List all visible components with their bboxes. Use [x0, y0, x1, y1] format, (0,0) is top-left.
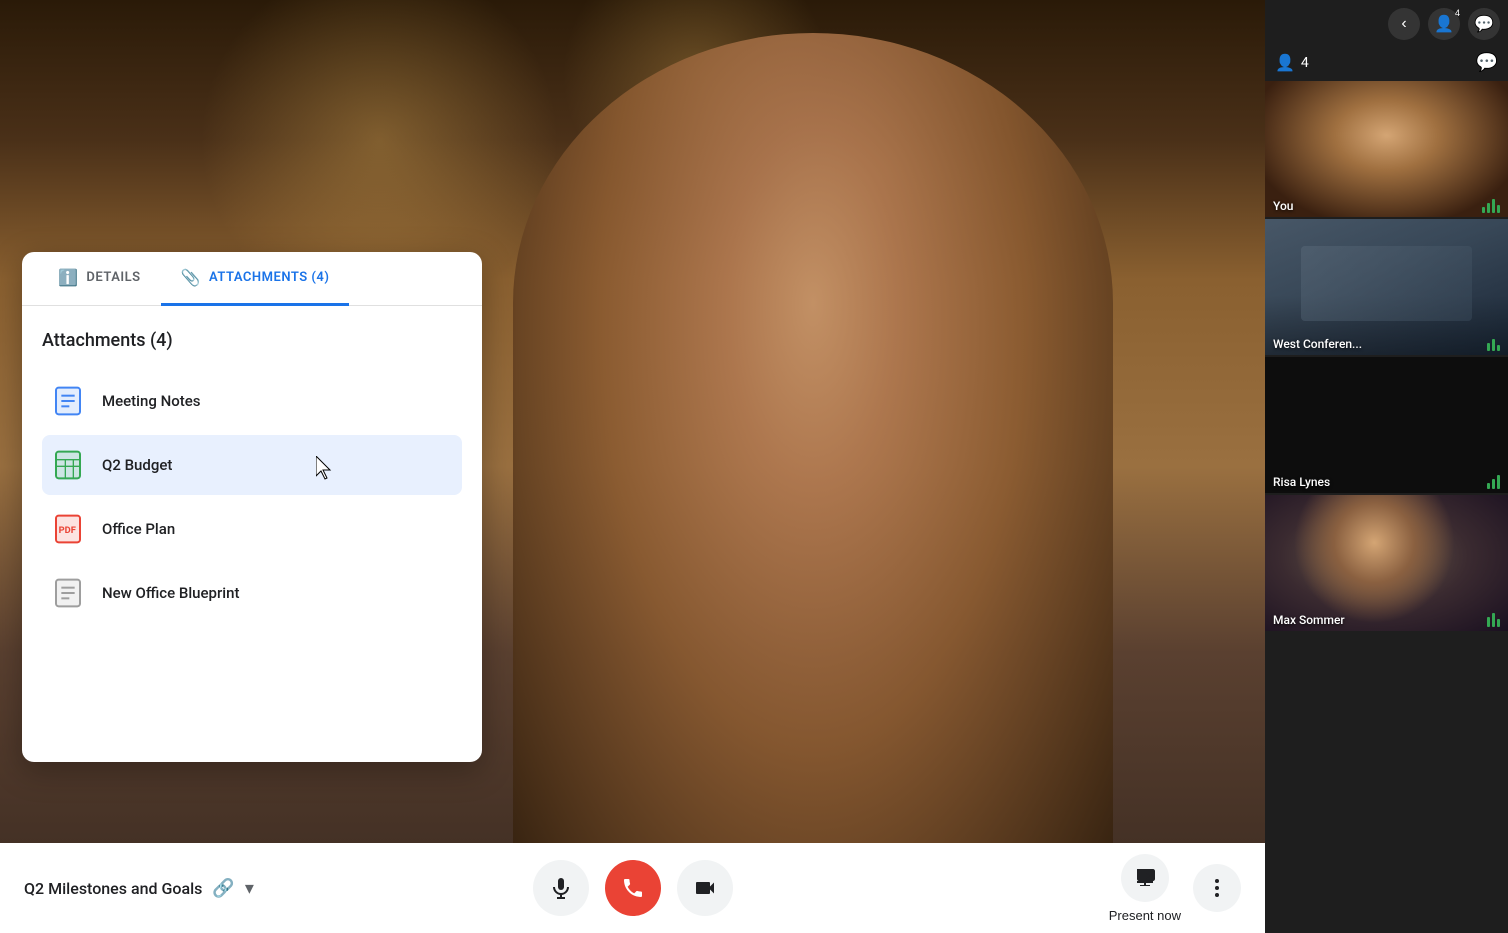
- link-icon: 🔗: [212, 878, 234, 899]
- mic-icon: [549, 876, 573, 900]
- tab-details[interactable]: ℹ️ Details: [38, 252, 161, 306]
- tile-max-label: Max Sommer: [1273, 613, 1345, 627]
- chat-icon-header: 💬: [1476, 52, 1498, 73]
- present-now-label: Present now: [1109, 908, 1181, 923]
- side-panel-header: ‹ 👤 4 💬: [1265, 0, 1508, 48]
- attachment-office-plan[interactable]: PDF Office Plan: [42, 499, 462, 559]
- participant-count-badge: 4: [1455, 8, 1460, 18]
- person-in-video: [513, 33, 1113, 933]
- bottom-right-controls: Present now: [1109, 854, 1241, 923]
- attachments-panel: ℹ️ Details 📎 Attachments (4) Attachments…: [22, 252, 482, 762]
- attachment-icon: 📎: [181, 268, 201, 287]
- end-call-button[interactable]: [605, 860, 661, 916]
- meeting-title-area: Q2 Milestones and Goals 🔗 ▾: [24, 878, 254, 899]
- info-icon: ℹ️: [58, 268, 78, 287]
- people-icon-header: 👤: [1275, 53, 1295, 72]
- panel-content: Attachments (4) Meeting Notes: [22, 306, 482, 647]
- camera-button[interactable]: [677, 860, 733, 916]
- doc-icon: [50, 383, 86, 419]
- panel-tab-bar: ℹ️ Details 📎 Attachments (4): [22, 252, 482, 306]
- svg-text:PDF: PDF: [59, 525, 76, 536]
- chat-icon: 💬: [1474, 14, 1494, 34]
- meeting-notes-label: Meeting Notes: [102, 392, 201, 410]
- chat-tab-button[interactable]: 💬: [1468, 8, 1500, 40]
- people-icon: 👤: [1434, 14, 1454, 34]
- participant-tiles: You West Conferen...: [1265, 81, 1508, 933]
- participant-tile-max[interactable]: Max Sommer: [1265, 495, 1508, 631]
- side-panel: ‹ 👤 4 💬 👤 4 💬 You: [1265, 0, 1508, 933]
- call-controls: [533, 860, 733, 916]
- bottom-bar: Q2 Milestones and Goals 🔗 ▾: [0, 843, 1265, 933]
- q2-budget-label: Q2 Budget: [102, 456, 172, 474]
- blueprint-icon: [50, 575, 86, 611]
- participant-tile-west[interactable]: West Conferen...: [1265, 219, 1508, 355]
- attachment-meeting-notes[interactable]: Meeting Notes: [42, 371, 462, 431]
- new-office-blueprint-label: New Office Blueprint: [102, 584, 239, 602]
- microphone-button[interactable]: [533, 860, 589, 916]
- tile-max-face: [1265, 495, 1508, 631]
- tab-attachments[interactable]: 📎 Attachments (4): [161, 252, 350, 306]
- tile-you-label: You: [1273, 199, 1293, 213]
- tile-risa-label: Risa Lynes: [1273, 475, 1330, 489]
- meeting-title: Q2 Milestones and Goals: [24, 879, 202, 898]
- collapse-panel-button[interactable]: ‹: [1388, 8, 1420, 40]
- tab-details-label: Details: [86, 270, 140, 285]
- tile-risa-video: [1265, 357, 1508, 493]
- participant-tile-risa[interactable]: Risa Lynes: [1265, 357, 1508, 493]
- camera-icon: [693, 876, 717, 900]
- tile-west-label: West Conferen...: [1273, 337, 1362, 351]
- tile-west-video: [1265, 219, 1508, 355]
- tile-west-audio: [1487, 339, 1500, 351]
- more-options-button[interactable]: [1193, 864, 1241, 912]
- tile-you-audio: [1482, 199, 1500, 213]
- tab-attachments-label: Attachments (4): [209, 270, 329, 285]
- people-tab-button[interactable]: 👤 4: [1428, 8, 1460, 40]
- attachments-title: Attachments (4): [42, 330, 462, 351]
- office-plan-label: Office Plan: [102, 520, 175, 538]
- people-count-label: 4: [1301, 55, 1309, 71]
- present-now-icon-container: [1121, 854, 1169, 902]
- participant-tile-you[interactable]: You: [1265, 81, 1508, 217]
- attachment-list: Meeting Notes Q2 Budget: [42, 371, 462, 623]
- tile-risa-audio: [1487, 475, 1500, 489]
- attachment-q2-budget[interactable]: Q2 Budget: [42, 435, 462, 495]
- present-now-button[interactable]: Present now: [1109, 854, 1181, 923]
- more-dots-icon: [1205, 876, 1229, 900]
- pdf-icon: PDF: [50, 511, 86, 547]
- attachment-new-office-blueprint[interactable]: New Office Blueprint: [42, 563, 462, 623]
- tile-you-video: [1265, 81, 1508, 217]
- end-call-icon: [621, 876, 645, 900]
- chevron-down-icon[interactable]: ▾: [245, 878, 254, 899]
- present-icon: [1133, 866, 1157, 890]
- tile-max-audio: [1487, 613, 1500, 627]
- sheet-icon: [50, 447, 86, 483]
